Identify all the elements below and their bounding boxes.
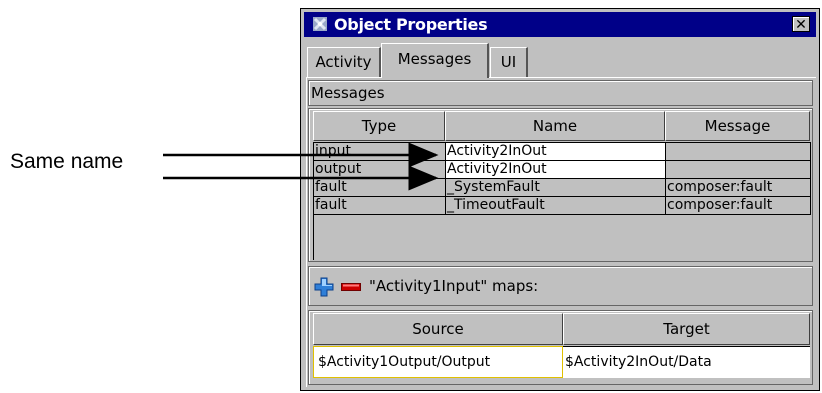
tab-messages[interactable]: Messages xyxy=(381,43,489,78)
